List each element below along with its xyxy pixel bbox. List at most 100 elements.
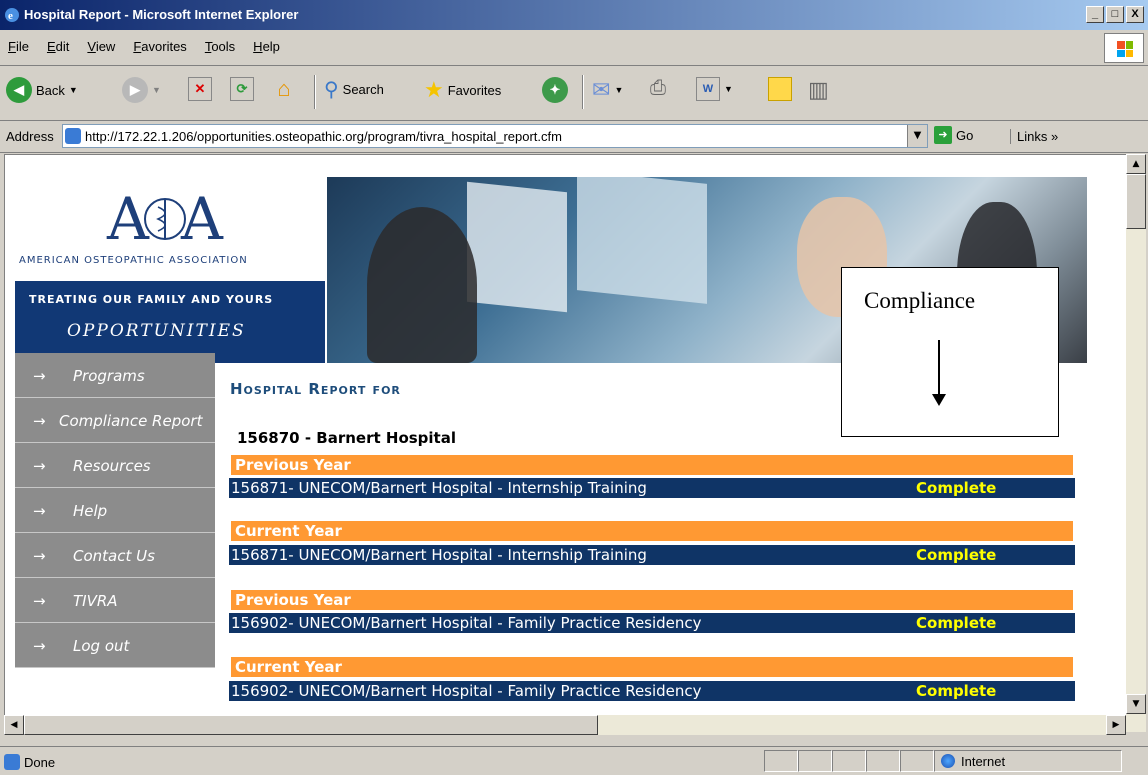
arrow-icon: → — [33, 637, 46, 655]
menu-view[interactable]: View — [87, 39, 115, 54]
program-row[interactable]: 156902- UNECOM/Barnert Hospital - Family… — [229, 613, 1075, 633]
tagline-box: TREATING OUR FAMILY AND YOURS OPPORTUNIT… — [15, 281, 325, 363]
section-title: OPPORTUNITIES — [67, 321, 246, 341]
status-badge: Complete — [916, 682, 997, 700]
security-zone[interactable]: Internet — [934, 750, 1122, 772]
favorites-label: Favorites — [447, 82, 502, 98]
status-bar: Done Internet — [0, 746, 1148, 775]
address-label: Address — [6, 129, 54, 144]
arrow-icon: → — [33, 457, 46, 475]
sidebar-item-label: Log out — [73, 637, 130, 655]
ie-logo-icon: e — [4, 7, 20, 23]
menu-file[interactable]: File — [8, 39, 29, 54]
mail-icon[interactable]: ✉ — [592, 77, 610, 103]
print-icon[interactable]: ⎙ — [650, 77, 666, 100]
maximize-button[interactable]: □ — [1106, 6, 1124, 23]
window-title: Hospital Report - Microsoft Internet Exp… — [24, 7, 299, 22]
menu-tools[interactable]: Tools — [205, 39, 235, 54]
year-header: Current Year — [231, 521, 1073, 541]
sidebar-item-label: Compliance Report — [59, 412, 203, 430]
search-icon: ⚲ — [324, 79, 339, 101]
scroll-down-icon[interactable]: ▼ — [1126, 694, 1146, 714]
sidebar-item-resources[interactable]: → Resources — [15, 443, 215, 488]
refresh-icon[interactable]: ⟳ — [230, 77, 254, 101]
research-icon[interactable]: ▥ — [808, 77, 829, 103]
address-url: http://172.22.1.206/opportunities.osteop… — [85, 129, 562, 144]
zone-label: Internet — [961, 753, 1006, 769]
sidebar-nav: → Programs → Compliance Report → Resourc… — [15, 353, 215, 668]
aoa-logo[interactable]: A A AMERICAN OSTEOPATHIC ASSOCIATION TRE… — [15, 177, 325, 363]
sidebar-item-programs[interactable]: → Programs — [15, 353, 215, 398]
search-button[interactable]: ⚲ Search — [324, 77, 384, 102]
sidebar-item-help[interactable]: → Help — [15, 488, 215, 533]
svg-text:A: A — [180, 185, 224, 253]
sidebar-item-label: TIVRA — [73, 592, 118, 610]
back-dropdown-icon: ▼ — [68, 85, 78, 95]
aoa-emblem-icon: A A — [106, 185, 224, 253]
back-label: Back — [36, 82, 65, 98]
down-arrow-icon — [932, 340, 946, 406]
vertical-scroll-thumb[interactable] — [1126, 174, 1146, 229]
program-row[interactable]: 156871- UNECOM/Barnert Hospital - Intern… — [229, 478, 1075, 498]
edit-word-icon[interactable]: W — [696, 77, 720, 101]
home-icon[interactable]: ⌂ — [272, 76, 296, 101]
menu-help[interactable]: Help — [253, 39, 280, 54]
address-input[interactable]: http://172.22.1.206/opportunities.osteop… — [62, 124, 928, 148]
title-bar: e Hospital Report - Microsoft Internet E… — [0, 0, 1148, 30]
status-badge: Complete — [916, 614, 997, 632]
internet-globe-icon — [941, 754, 955, 768]
address-bar: Address http://172.22.1.206/opportunitie… — [0, 121, 1148, 153]
page-done-icon — [4, 754, 20, 770]
menu-edit[interactable]: Edit — [47, 39, 69, 54]
hospital-name: 156870 - Barnert Hospital — [237, 429, 456, 447]
page-viewport[interactable]: A A AMERICAN OSTEOPATHIC ASSOCIATION TRE… — [4, 154, 1126, 715]
links-button[interactable]: Links » — [1010, 129, 1058, 144]
sidebar-item-contact-us[interactable]: → Contact Us — [15, 533, 215, 578]
close-button[interactable]: X — [1126, 6, 1144, 23]
year-header: Previous Year — [231, 590, 1073, 610]
svg-text:e: e — [8, 10, 13, 22]
arrow-icon: → — [33, 592, 46, 610]
program-row[interactable]: 156902- UNECOM/Barnert Hospital - Family… — [229, 681, 1075, 701]
callout-text: Compliance — [864, 288, 976, 313]
vertical-scrollbar[interactable]: ▲ ▼ — [1126, 154, 1146, 732]
go-button[interactable]: ➜ Go — [934, 126, 973, 144]
page-icon — [65, 128, 81, 144]
back-button[interactable]: ◀ Back ▼ — [6, 77, 78, 103]
program-row[interactable]: 156871- UNECOM/Barnert Hospital - Intern… — [229, 545, 1075, 565]
media-icon[interactable]: ✦ — [542, 77, 568, 103]
year-header: Current Year — [231, 657, 1073, 677]
horizontal-scroll-thumb[interactable] — [24, 715, 598, 735]
forward-button[interactable]: ▶ ▼ — [122, 77, 161, 103]
back-arrow-icon: ◀ — [6, 77, 32, 103]
sidebar-item-label: Contact Us — [73, 547, 155, 565]
year-header: Previous Year — [231, 455, 1073, 475]
stop-icon[interactable]: ✕ — [188, 77, 212, 101]
program-name: 156902- UNECOM/Barnert Hospital - Family… — [231, 682, 702, 700]
horizontal-scrollbar[interactable]: ◀ ▶ — [4, 715, 1126, 735]
discuss-icon[interactable] — [768, 77, 792, 101]
scroll-left-icon[interactable]: ◀ — [4, 715, 24, 735]
scroll-right-icon[interactable]: ▶ — [1106, 715, 1126, 735]
favorites-button[interactable]: ★ Favorites — [424, 77, 501, 103]
page-title: Hospital Report for — [230, 380, 401, 398]
scroll-up-icon[interactable]: ▲ — [1126, 154, 1146, 174]
sidebar-item-log-out[interactable]: → Log out — [15, 623, 215, 668]
sidebar-item-compliance-report[interactable]: → Compliance Report — [15, 398, 215, 443]
menu-favorites[interactable]: Favorites — [133, 39, 186, 54]
svg-text:A: A — [106, 185, 150, 253]
minimize-button[interactable]: _ — [1086, 6, 1104, 23]
status-text: Done — [24, 754, 56, 770]
sidebar-item-label: Programs — [73, 367, 145, 385]
go-label: Go — [956, 127, 974, 143]
compliance-callout: Compliance — [841, 267, 1059, 437]
program-name: 156871- UNECOM/Barnert Hospital - Intern… — [231, 479, 647, 497]
arrow-icon: → — [33, 412, 46, 430]
status-badge: Complete — [916, 479, 997, 497]
sidebar-item-tivra[interactable]: → TIVRA — [15, 578, 215, 623]
address-dropdown-icon[interactable]: ▼ — [907, 125, 927, 147]
favorites-star-icon: ★ — [424, 77, 444, 102]
program-name: 156871- UNECOM/Barnert Hospital - Intern… — [231, 546, 647, 564]
sidebar-item-label: Help — [73, 502, 108, 520]
forward-arrow-icon: ▶ — [122, 77, 148, 103]
